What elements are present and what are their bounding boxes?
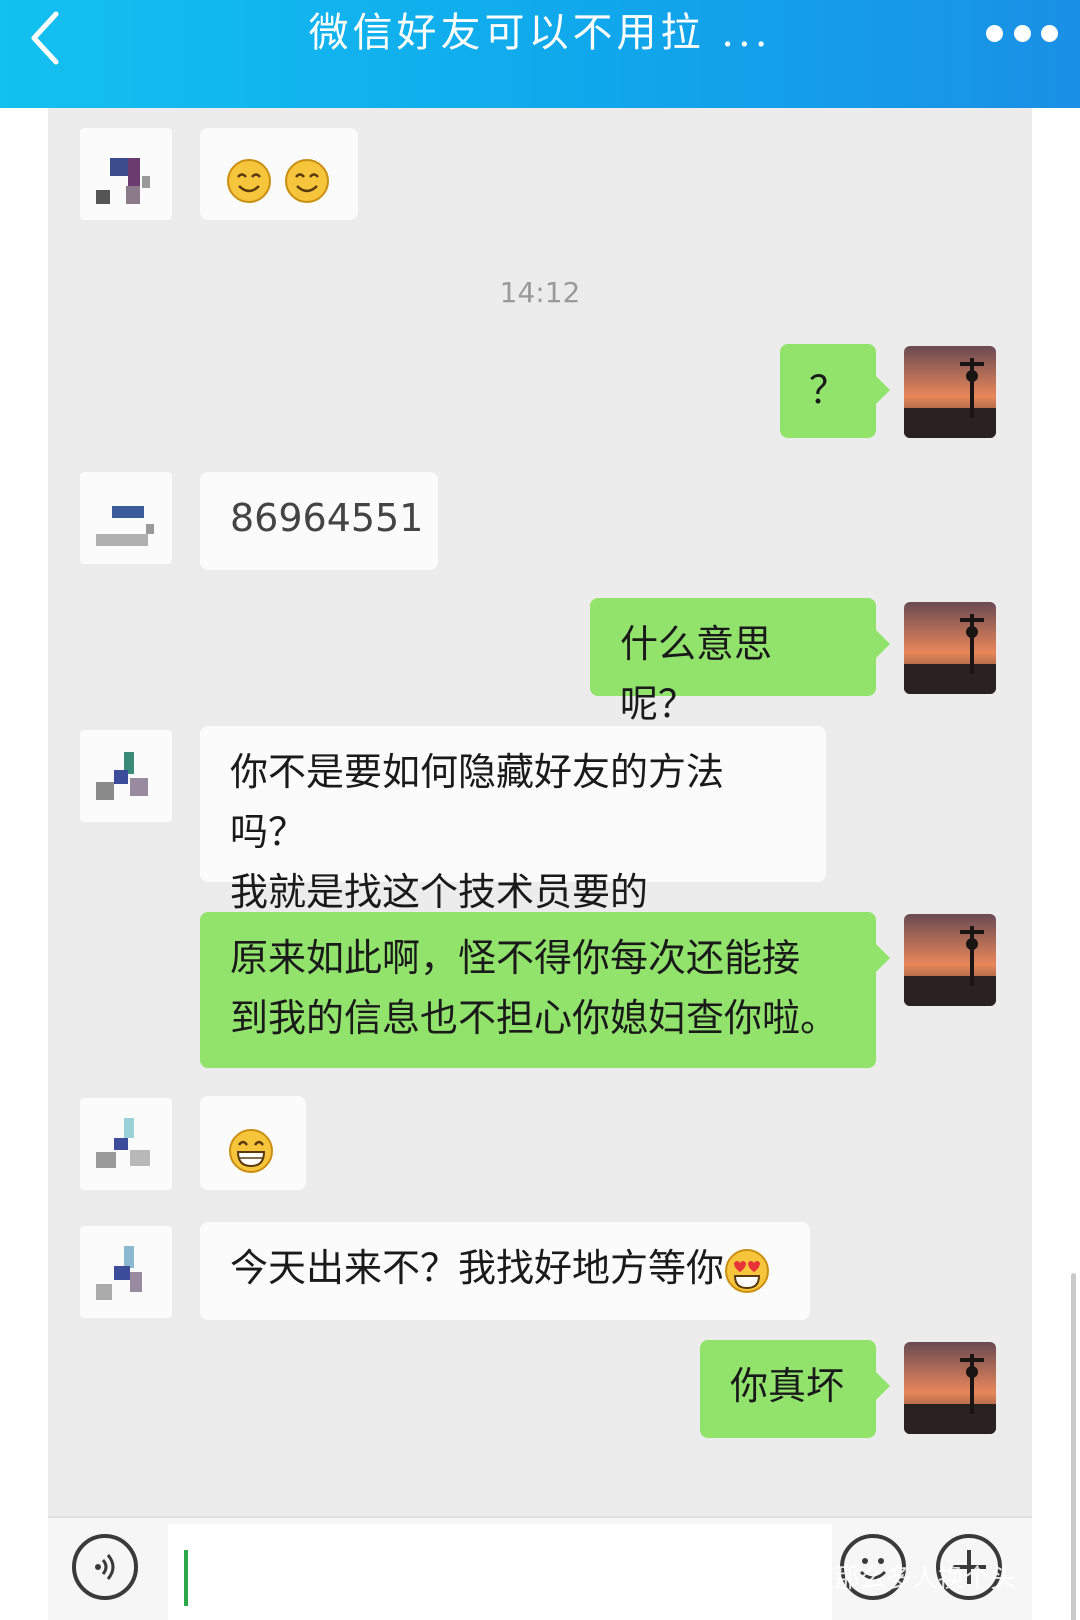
contact-avatar[interactable] (80, 128, 172, 220)
message-bubble-incoming[interactable]: 今天出来不？我找好地方等你 (200, 1222, 810, 1320)
smile-emoji-icon (285, 158, 330, 203)
sunset-avatar-icon (904, 346, 996, 438)
message-line: 到我的信息也不担心你媳妇查你啦。 (230, 996, 839, 1040)
message-text: 今天出来不？我找好地方等你 (230, 1246, 725, 1290)
pixelated-avatar-icon (96, 1246, 142, 1300)
my-avatar[interactable] (904, 914, 996, 1006)
chat-area[interactable]: 14:12 ？ 86964551 什么意思呢？ 你不是要如何隐藏好友的方法吗？ … (48, 108, 1032, 1516)
message-bubble-outgoing[interactable]: 什么意思呢？ (590, 598, 890, 726)
watermark: 让那么多人换个头 (808, 1564, 1017, 1594)
sunset-avatar-icon (904, 914, 996, 1006)
sunset-avatar-icon (904, 1342, 996, 1434)
chevron-left-icon (31, 11, 59, 65)
more-dot (1013, 24, 1031, 42)
input-bar: 让那么多人换个头 (48, 1516, 1032, 1620)
sunset-avatar-icon (904, 602, 996, 694)
contact-avatar[interactable] (80, 730, 172, 822)
message-bubble-outgoing[interactable]: 你真坏 (700, 1340, 890, 1438)
message-bubble-outgoing[interactable]: ？ (780, 344, 890, 438)
my-avatar[interactable] (904, 1342, 996, 1434)
pixelated-avatar-icon (96, 752, 148, 800)
top-bar: 微信好友可以不用拉 ... (0, 0, 1080, 108)
my-avatar[interactable] (904, 602, 996, 694)
text-caret (184, 1550, 188, 1606)
timestamp: 14:12 (499, 276, 581, 309)
more-dot (1041, 24, 1058, 42)
message-input[interactable] (168, 1524, 832, 1620)
frame-right (1032, 108, 1080, 1620)
message-line: 你不是要如何隐藏好友的方法吗？ (230, 750, 725, 854)
message-bubble-incoming[interactable] (200, 1096, 306, 1190)
message-bubble-outgoing[interactable]: 原来如此啊，怪不得你每次还能接 到我的信息也不担心你媳妇查你啦。 (200, 912, 890, 1068)
pixelated-avatar-icon (96, 1118, 150, 1168)
message-bubble-incoming[interactable]: 86964551 (200, 472, 438, 570)
pixelated-avatar-icon (96, 506, 154, 546)
heart-eyes-emoji-icon (725, 1248, 770, 1293)
contact-avatar[interactable] (80, 472, 172, 564)
pixelated-avatar-icon (96, 158, 150, 204)
more-button[interactable] (986, 18, 1058, 48)
scrollbar[interactable] (1071, 1273, 1076, 1620)
voice-button[interactable] (72, 1534, 138, 1600)
my-avatar[interactable] (904, 346, 996, 438)
grin-emoji-icon (229, 1128, 273, 1173)
message-bubble-incoming[interactable]: 你不是要如何隐藏好友的方法吗？ 我就是找这个技术员要的 (200, 726, 826, 914)
more-dot (986, 24, 1003, 42)
chat-title: 微信好友可以不用拉 ... (308, 10, 772, 56)
message-bubble-incoming[interactable] (200, 128, 358, 220)
contact-avatar[interactable] (80, 1226, 172, 1318)
smile-emoji-icon (227, 158, 271, 203)
back-button[interactable] (18, 6, 78, 66)
contact-avatar[interactable] (80, 1098, 172, 1190)
message-line: 原来如此啊，怪不得你每次还能接 (230, 936, 801, 980)
frame-left (0, 108, 48, 1620)
voice-icon (95, 1554, 115, 1580)
